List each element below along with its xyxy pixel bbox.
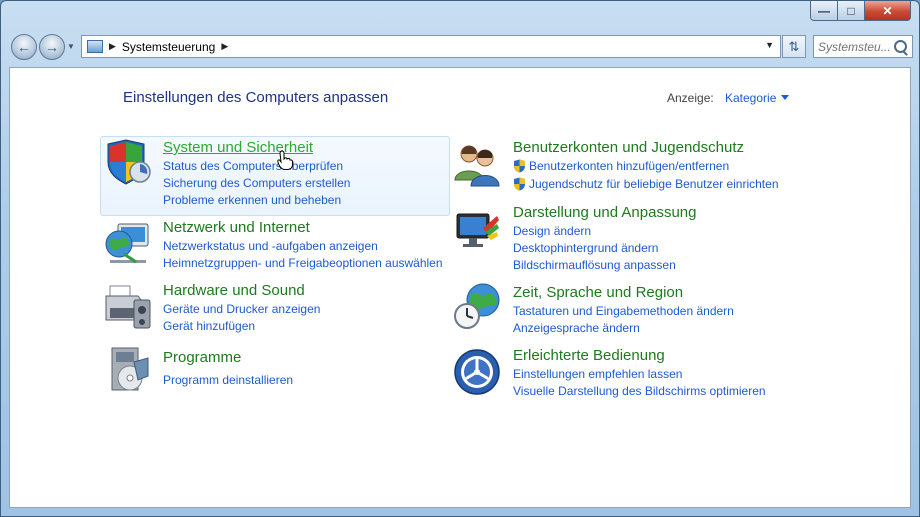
category-title-ease-of-access[interactable]: Erleichterte Bedienung [513, 347, 665, 364]
back-button[interactable]: ← [11, 34, 37, 60]
category-title-programs[interactable]: Programme [163, 349, 241, 366]
clock-globe-icon[interactable] [453, 282, 501, 330]
view-label: Anzeige: [667, 91, 714, 105]
history-dropdown-icon[interactable]: ▼ [67, 42, 75, 51]
refresh-button[interactable]: ⇅ [782, 35, 806, 58]
search-input[interactable] [818, 37, 890, 56]
explorer-window: — □ ✕ ← → ▼ ▶ Systemsteuerung ▶ ▼ ⇅ Eins… [0, 0, 920, 517]
category-title-hardware-sound[interactable]: Hardware und Sound [163, 282, 305, 299]
breadcrumb-location[interactable]: Systemsteuerung [122, 40, 215, 54]
hand-cursor-icon [277, 150, 293, 170]
close-icon: ✕ [882, 3, 893, 18]
link-parental-controls[interactable]: Jugendschutz für beliebige Benutzer einr… [529, 177, 779, 191]
breadcrumb-chevron-icon[interactable]: ▶ [221, 41, 228, 52]
chevron-down-icon[interactable] [781, 95, 789, 100]
page-title: Einstellungen des Computers anpassen [123, 89, 389, 106]
link-devices-printers[interactable]: Geräte und Drucker anzeigen [163, 302, 320, 316]
link-change-desktop-background[interactable]: Desktophintergrund ändern [513, 241, 658, 255]
link-create-backup[interactable]: Sicherung des Computers erstellen [163, 176, 350, 190]
link-add-remove-accounts[interactable]: Benutzerkonten hinzufügen/entfernen [529, 159, 729, 173]
address-dropdown-icon[interactable]: ▼ [765, 40, 774, 50]
maximize-icon: □ [847, 3, 855, 18]
link-homegroup-options[interactable]: Heimnetzgruppen- und Freigabeoptionen au… [163, 256, 443, 270]
control-panel-content: Einstellungen des Computers anpassen Anz… [9, 67, 911, 508]
link-troubleshoot[interactable]: Probleme erkennen und beheben [163, 193, 341, 207]
maximize-button[interactable]: □ [838, 1, 865, 21]
printer-speaker-icon[interactable] [104, 282, 152, 330]
link-add-device[interactable]: Gerät hinzufügen [163, 319, 255, 333]
search-box[interactable] [813, 35, 913, 58]
link-adjust-screen-resolution[interactable]: Bildschirmauflösung anpassen [513, 258, 676, 272]
ease-of-access-icon[interactable] [453, 348, 501, 396]
forward-arrow-icon: → [45, 39, 59, 55]
link-network-status[interactable]: Netzwerkstatus und -aufgaben anzeigen [163, 239, 378, 253]
back-arrow-icon: ← [17, 39, 31, 55]
network-globe-icon[interactable] [104, 220, 152, 268]
link-change-keyboards[interactable]: Tastaturen und Eingabemethoden ändern [513, 304, 734, 318]
window-bottom-border [1, 509, 919, 517]
breadcrumb-chevron-icon[interactable]: ▶ [109, 41, 116, 52]
appearance-monitor-icon[interactable] [453, 208, 501, 256]
link-change-display-language[interactable]: Anzeigesprache ändern [513, 321, 640, 335]
category-title-network-internet[interactable]: Netzwerk und Internet [163, 219, 310, 236]
link-change-theme[interactable]: Design ändern [513, 224, 591, 238]
category-title-time-language-region[interactable]: Zeit, Sprache und Region [513, 284, 683, 301]
address-bar[interactable]: ▶ Systemsteuerung ▶ ▼ [81, 35, 781, 58]
search-icon[interactable] [894, 40, 907, 53]
category-title-appearance[interactable]: Darstellung und Anpassung [513, 204, 696, 221]
programs-box-icon[interactable] [104, 346, 152, 394]
uac-shield-icon [514, 177, 525, 191]
caption-buttons: — □ ✕ [810, 1, 911, 21]
link-get-recommendations[interactable]: Einstellungen empfehlen lassen [513, 367, 682, 381]
minimize-button[interactable]: — [810, 1, 838, 21]
minimize-icon: — [818, 3, 830, 18]
link-check-computer-status[interactable]: Status des Computers überprüfen [163, 159, 343, 173]
forward-button[interactable]: → [39, 34, 65, 60]
navigation-bar: ← → ▼ ▶ Systemsteuerung ▶ ▼ ⇅ [1, 31, 919, 63]
security-shield-icon[interactable] [104, 138, 152, 186]
user-accounts-icon[interactable] [453, 140, 501, 188]
uac-shield-icon [514, 159, 525, 173]
control-panel-icon [87, 40, 103, 53]
close-button[interactable]: ✕ [865, 1, 911, 21]
link-optimize-visual-display[interactable]: Visuelle Darstellung des Bildschirms opt… [513, 384, 766, 398]
category-title-user-accounts[interactable]: Benutzerkonten und Jugendschutz [513, 139, 744, 156]
refresh-icon: ⇅ [788, 38, 800, 54]
link-uninstall-program[interactable]: Programm deinstallieren [163, 373, 293, 387]
view-dropdown[interactable]: Kategorie [725, 91, 776, 105]
